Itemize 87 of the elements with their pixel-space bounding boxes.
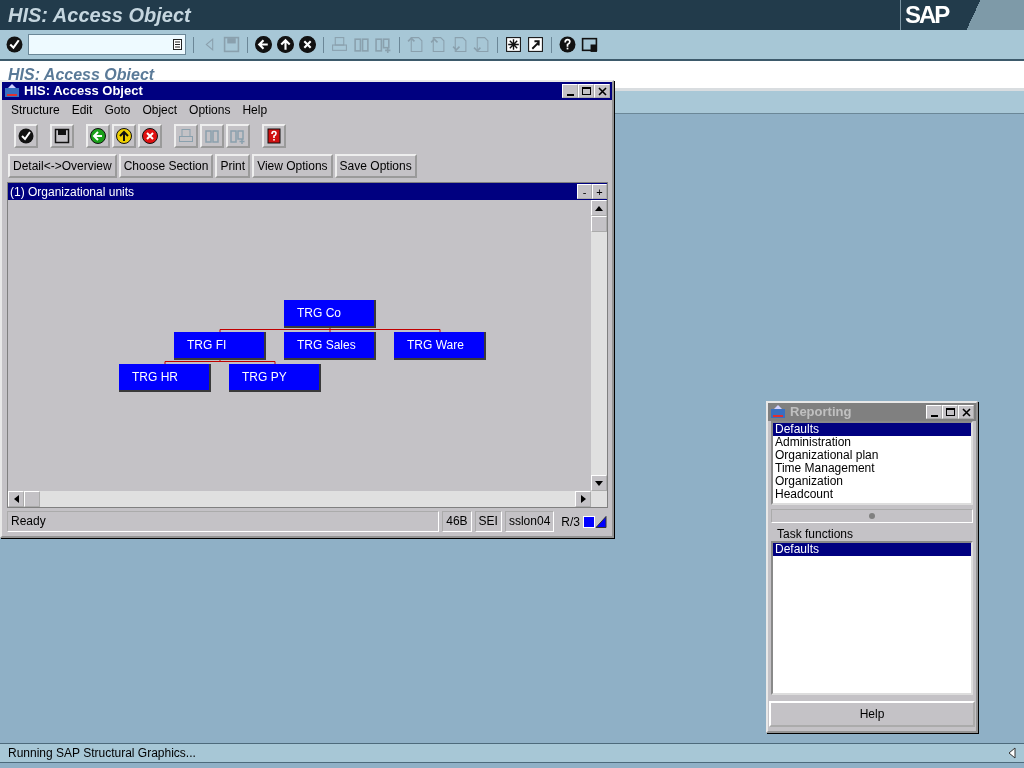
up-arrow-button[interactable] <box>112 124 136 148</box>
app-title: HIS: Access Object <box>7 3 191 28</box>
list-item[interactable]: Organization <box>773 475 971 488</box>
scrollbar-thumb[interactable] <box>591 216 607 232</box>
grip-icon <box>868 513 876 519</box>
checkmark-button[interactable] <box>14 124 38 148</box>
help-button[interactable] <box>262 124 286 148</box>
org-unit-node[interactable]: TRG Sales <box>284 332 376 360</box>
help-icon[interactable] <box>559 36 576 53</box>
back-arrow-icon[interactable] <box>255 36 272 53</box>
status-field: 46B <box>442 511 472 532</box>
status-message: Ready <box>7 511 440 532</box>
close-icon <box>960 406 972 418</box>
status-field: sslon04 <box>504 511 555 532</box>
close-icon <box>596 85 608 97</box>
org-unit-node[interactable]: TRG PY <box>229 364 321 392</box>
scroll-down-button[interactable] <box>591 475 607 491</box>
window-icon <box>770 405 786 419</box>
maximize-icon <box>944 406 956 418</box>
org-unit-node[interactable]: TRG FI <box>174 332 266 360</box>
asterisk-window-icon[interactable] <box>505 36 522 53</box>
cancel-button[interactable] <box>138 124 162 148</box>
list-item[interactable]: Administration <box>773 436 971 449</box>
arrow-icon <box>13 495 19 503</box>
toolbar-button[interactable]: View Options <box>252 154 333 178</box>
scroll-right-button[interactable] <box>575 491 591 507</box>
window-title: Reporting <box>790 403 853 422</box>
list-item[interactable]: Organizational plan <box>773 449 971 462</box>
command-field[interactable] <box>28 34 186 55</box>
scroll-up-button[interactable] <box>591 200 607 216</box>
menu-item[interactable]: Structure <box>11 103 60 117</box>
pane-title: (1) Organizational units <box>10 183 136 201</box>
toolbar-button[interactable]: Detail<->Overview <box>8 154 117 178</box>
list-label: Task functions <box>776 527 855 541</box>
org-unit-node[interactable]: TRG Ware <box>394 332 486 360</box>
menu-item[interactable]: Object <box>142 103 178 117</box>
menu-item[interactable]: Options <box>189 103 231 117</box>
toolbar-button[interactable]: Print <box>215 154 251 178</box>
toolbar-button[interactable]: Save Options <box>334 154 417 178</box>
checkmark-icon[interactable] <box>6 36 23 53</box>
close-button[interactable] <box>594 84 610 98</box>
menu-item[interactable]: Goto <box>104 103 131 117</box>
up-arrow-icon <box>116 128 132 144</box>
help-button[interactable]: Help <box>769 701 975 727</box>
list-item[interactable]: Headcount <box>773 488 971 501</box>
arrow-icon <box>595 480 603 486</box>
org-unit-node[interactable]: TRG Co <box>284 300 376 328</box>
toolbar-button[interactable]: Choose Section <box>118 154 214 178</box>
minimize-button[interactable] <box>562 84 578 98</box>
system-label: R/3 <box>561 513 580 531</box>
binoculars-plus-icon <box>230 128 246 144</box>
minimize-icon <box>566 93 574 96</box>
maximize-icon <box>580 85 592 97</box>
printer-icon <box>178 128 194 144</box>
maximize-button[interactable] <box>578 84 594 98</box>
scrollbar-thumb[interactable] <box>24 491 40 507</box>
expand-button[interactable]: + <box>592 184 607 199</box>
window-icon <box>4 84 20 98</box>
list-icon[interactable] <box>173 39 182 50</box>
arrow-icon <box>595 205 603 211</box>
up-arrow-icon[interactable] <box>277 36 294 53</box>
list-item[interactable]: Time Management <box>773 462 971 475</box>
cancel-icon[interactable] <box>299 36 316 53</box>
cancel-icon <box>142 128 158 144</box>
window-title: HIS: Access Object <box>24 82 144 101</box>
list-item[interactable]: Defaults <box>773 423 971 436</box>
list-item[interactable]: Defaults <box>773 543 971 556</box>
help-icon <box>266 128 282 144</box>
minimize-icon <box>930 414 938 417</box>
menu-item[interactable]: Help <box>242 103 268 117</box>
triangle-left-icon[interactable] <box>1008 747 1016 759</box>
arrow-icon <box>580 495 586 503</box>
binoculars-icon <box>204 128 220 144</box>
menu-item[interactable]: Edit <box>71 103 93 117</box>
status-field: SEI <box>474 511 502 532</box>
monitor-icon[interactable] <box>581 36 598 53</box>
org-unit-node[interactable]: TRG HR <box>119 364 211 392</box>
status-message: Running SAP Structural Graphics... <box>8 745 196 762</box>
back-arrow-button[interactable] <box>86 124 110 148</box>
back-arrow-icon <box>90 128 106 144</box>
collapse-button[interactable]: - <box>577 184 592 199</box>
logo-text: SAP <box>904 0 949 30</box>
page-title: HIS: Access Object <box>7 65 155 85</box>
checkmark-icon <box>18 128 34 144</box>
scroll-left-button[interactable] <box>8 491 24 507</box>
floppy-disk-button[interactable] <box>50 124 74 148</box>
status-indicator-icon <box>583 515 607 528</box>
